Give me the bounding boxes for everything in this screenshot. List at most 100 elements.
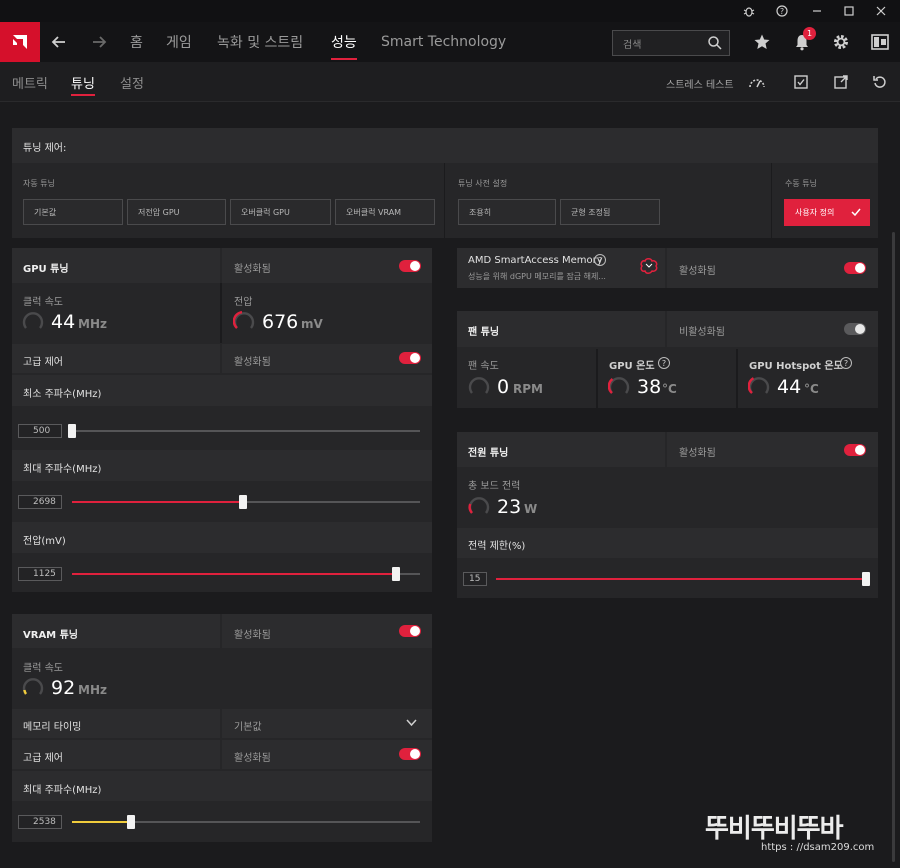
gpu-voltage-unit: mV [301,317,323,331]
svg-text:?: ? [780,7,784,16]
overclock-vram-button[interactable]: 오버클럭 VRAM [335,199,435,225]
power-limit-header: 전력 제한(%) [457,528,878,558]
tab-metrics[interactable]: 메트릭 [12,62,48,102]
search-placeholder: 검색 [623,39,642,51]
slider-thumb[interactable] [238,495,247,509]
vram-advanced-cell: 고급 제어 [12,740,220,769]
vram-advanced-status-cell: 활성화됨 [222,740,432,769]
hotspot-temp-label: GPU Hotspot 온도 [749,361,843,372]
sam-description: 성능을 위해 dGPU 메모리를 잠금 해제... [468,272,606,281]
manual-tuning-label: 수동 튜닝 [785,179,817,188]
sam-title: AMD SmartAccess Memory [468,255,603,266]
watermark: 뚜비뚜비뚜바 https : //dsam209.com [705,808,890,863]
slider-thumb[interactable] [391,567,400,581]
slider-thumb[interactable] [127,815,136,829]
forward-arrow-icon[interactable] [87,30,111,54]
hotspot-temp-gauge-icon [748,377,770,394]
watermark-text: 뚜비뚜비뚜바 [705,814,844,844]
max-freq-value[interactable]: 2698 [18,495,62,509]
voltage-slider-value[interactable]: 1125 [18,567,62,581]
stress-test-label[interactable]: 스트레스 테스트 [666,76,734,91]
min-freq-label: 최소 주파수(MHz) [23,389,102,400]
power-tuning-toggle[interactable] [844,444,866,456]
fan-tuning-toggle[interactable] [844,323,866,335]
sam-status-cell: 활성화됨 [667,248,878,288]
gpu-voltage-value: 676 [262,311,299,333]
voltage-slider-label: 전압(mV) [23,536,66,547]
gpu-clock-label: 클럭 속도 [23,297,63,308]
amd-logo-icon[interactable] [0,22,40,62]
vram-advanced-toggle[interactable] [399,748,421,760]
slider-thumb[interactable] [68,424,76,438]
help-icon[interactable]: ? [766,0,798,22]
star-icon[interactable] [750,30,774,54]
nav-home[interactable]: 홈 [130,22,143,62]
preset-label: 튜닝 사전 설정 [458,179,508,188]
custom-tuning-button[interactable]: 사용자 정의 [784,199,870,226]
memory-timing-dropdown[interactable]: 기본값 [222,709,432,738]
tab-tuning[interactable]: 튜닝 [71,62,95,102]
vram-max-freq-value[interactable]: 2538 [18,815,62,829]
gpu-clock-unit: MHz [78,317,107,331]
voltage-slider-header: 전압(mV) [12,522,432,553]
scrollbar[interactable] [892,232,895,862]
settings-gear-icon[interactable] [829,30,853,54]
apply-check-icon[interactable] [789,70,813,94]
fan-speed-unit: RPM [513,382,543,396]
slider-track[interactable] [72,430,420,432]
board-power-gauge-icon [468,497,490,514]
tuning-control-card: 튜닝 제어: 자동 튜닝 기본값 저전압 GPU 오버클럭 GPU 오버클럭 V… [12,128,878,238]
stress-test-gauge-icon[interactable] [745,70,769,94]
gpu-advanced-toggle[interactable] [399,352,421,364]
help-icon[interactable]: ? [594,254,606,266]
overclock-gpu-button[interactable]: 오버클럭 GPU [230,199,331,225]
slider-thumb[interactable] [862,572,870,586]
help-icon[interactable]: ? [840,357,852,369]
gpu-voltage-label: 전압 [234,297,253,308]
bug-icon[interactable] [733,0,765,22]
memory-timing-cell: 메모리 타이밍 [12,709,220,738]
maximize-icon[interactable] [833,0,865,22]
gpu-advanced-control-label: 고급 제어 [23,357,63,368]
preset-balanced-button[interactable]: 균형 조정됨 [560,199,660,225]
search-input[interactable]: 검색 [612,30,730,56]
fan-speed-label: 팬 속도 [468,361,499,372]
smart-access-memory-card: AMD SmartAccess Memory ? 성능을 위해 dGPU 메모리… [457,248,878,288]
sam-status: 활성화됨 [679,266,716,277]
export-icon[interactable] [829,70,853,94]
memory-timing-value: 기본값 [234,722,262,733]
reset-icon[interactable] [868,70,892,94]
tab-settings[interactable]: 설정 [120,62,144,102]
gpu-tuning-toggle[interactable] [399,260,421,272]
sam-info-cell: AMD SmartAccess Memory ? 성능을 위해 dGPU 메모리… [457,248,665,288]
power-limit-value[interactable]: 15 [463,572,487,586]
close-icon[interactable] [865,0,897,22]
gpu-tuning-status-cell: 활성화됨 [222,248,432,283]
gpu-temp-unit: °C [662,382,677,396]
help-icon[interactable]: ? [658,357,670,369]
nav-record-stream[interactable]: 녹화 및 스트림 [217,22,303,62]
fan-tuning-status-cell: 비활성화됨 [667,311,878,347]
sam-toggle[interactable] [844,262,866,274]
vram-tuning-toggle[interactable] [399,625,421,637]
preset-default-button[interactable]: 기본값 [23,199,123,225]
chevron-down-icon [406,719,417,727]
gpu-temp-gauge-icon [608,377,630,394]
notification-badge: 1 [803,27,816,40]
nav-performance[interactable]: 성능 [331,22,357,62]
min-freq-value[interactable]: 500 [18,424,62,438]
auto-tuning-label: 자동 튜닝 [23,179,55,188]
fan-speed-gauge-icon [468,377,490,394]
minimize-icon[interactable] [801,0,833,22]
gpu-advanced-control-cell: 고급 제어 [12,344,220,373]
sidebar-panel-icon[interactable] [868,30,892,54]
nav-smart-technology[interactable]: Smart Technology [381,22,506,62]
gpu-advanced-status-cell: 활성화됨 [222,344,432,373]
vram-max-freq-label: 최대 주파수(MHz) [23,785,102,796]
slider-fill [496,578,866,580]
preset-quiet-button[interactable]: 조용히 [458,199,556,225]
divider [771,163,772,238]
nav-games[interactable]: 게임 [166,22,192,62]
undervolt-gpu-button[interactable]: 저전압 GPU [127,199,226,225]
back-arrow-icon[interactable] [47,30,71,54]
